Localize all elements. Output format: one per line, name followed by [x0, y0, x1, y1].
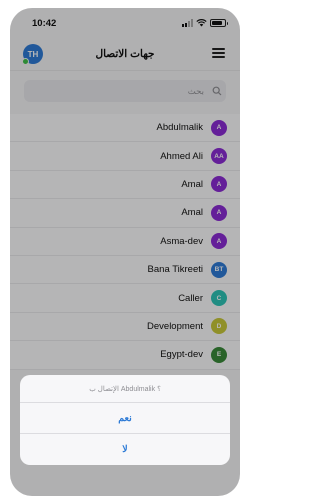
confirm-call-button[interactable]: نعم: [20, 403, 230, 434]
call-confirm-sheet: الإتصال ب Abdulmalik ؟ نعم لا: [20, 375, 230, 465]
sheet-message: الإتصال ب Abdulmalik ؟: [20, 375, 230, 403]
phone-screen: 10:42 TH جهات الاتصال AbdulmalikAAhmed A…: [10, 8, 240, 496]
cancel-call-button[interactable]: لا: [20, 434, 230, 465]
